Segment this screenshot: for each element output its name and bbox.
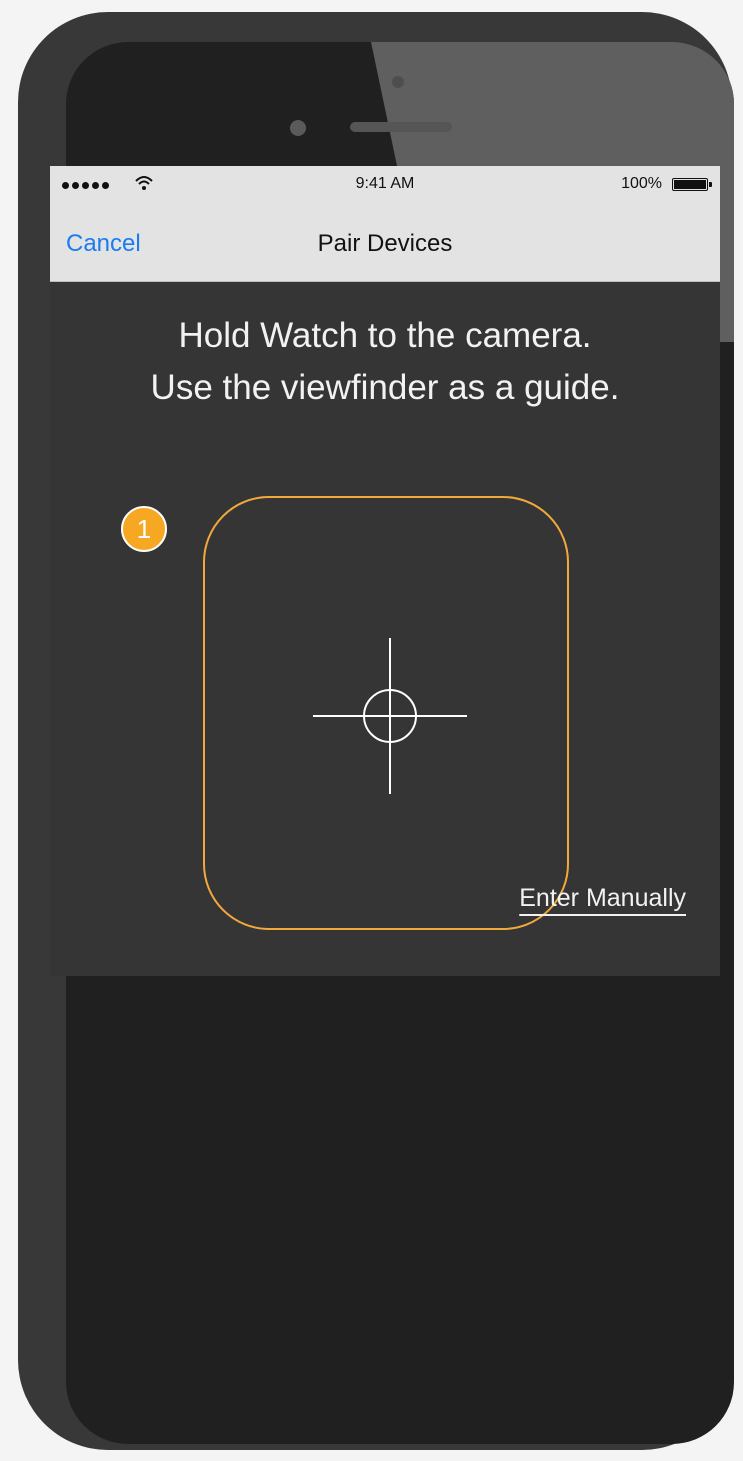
app-screen: 9:41 AM 100% Cancel Pair Devices Hold Wa… bbox=[50, 166, 720, 976]
instruction-line-2: Use the viewfinder as a guide. bbox=[150, 368, 620, 407]
battery-icon bbox=[672, 178, 712, 191]
battery-percentage: 100% bbox=[621, 175, 662, 192]
crosshair-icon bbox=[313, 638, 467, 794]
instruction-line-1: Hold Watch to the camera. bbox=[178, 316, 592, 355]
status-time: 9:41 AM bbox=[355, 175, 415, 192]
viewfinder-frame bbox=[203, 496, 569, 930]
navigation-bar: Cancel Pair Devices bbox=[50, 202, 720, 282]
page-title: Pair Devices bbox=[317, 230, 453, 257]
step-number-badge: 1 bbox=[121, 506, 167, 552]
instruction-text: Hold Watch to the camera. Use the viewfi… bbox=[50, 310, 720, 414]
status-bar: 9:41 AM 100% bbox=[50, 166, 720, 202]
front-camera bbox=[290, 120, 306, 136]
enter-manually-link[interactable]: Enter Manually bbox=[519, 884, 686, 913]
proximity-sensor bbox=[392, 76, 404, 88]
earpiece-speaker bbox=[350, 122, 452, 132]
